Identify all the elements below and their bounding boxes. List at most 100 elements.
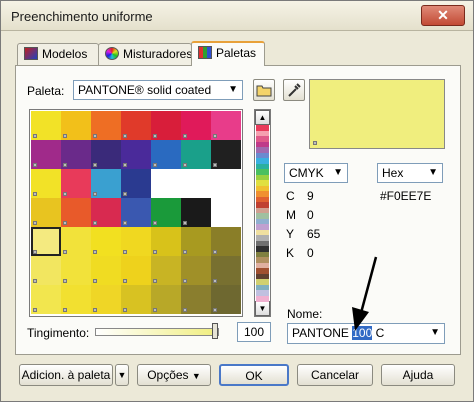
color-swatch[interactable] (181, 285, 211, 314)
tab-models-label: Modelos (42, 47, 88, 61)
help-button[interactable]: Ajuda (381, 364, 455, 386)
swatch-marker (123, 134, 127, 138)
open-palette-button[interactable] (253, 79, 275, 101)
color-swatch[interactable] (31, 140, 61, 169)
swatch-marker (123, 250, 127, 254)
color-swatch[interactable] (31, 169, 61, 198)
color-swatch[interactable] (181, 111, 211, 140)
cancel-label: Cancelar (310, 368, 360, 382)
swatch-marker (183, 279, 187, 283)
palettes-icon (198, 46, 212, 59)
swatch-marker (33, 192, 37, 196)
color-swatch[interactable] (211, 256, 241, 285)
ok-button[interactable]: OK (219, 364, 289, 386)
swatch-marker (33, 163, 37, 167)
color-swatch[interactable] (211, 140, 241, 169)
color-swatch[interactable] (91, 256, 121, 285)
color-swatch[interactable] (211, 111, 241, 140)
tab-mixers[interactable]: Misturadores (98, 43, 192, 65)
hex-select[interactable]: Hex ▼ (377, 163, 443, 183)
swatch-marker (153, 134, 157, 138)
color-swatch[interactable] (121, 285, 151, 314)
color-swatch[interactable] (61, 256, 91, 285)
color-swatch[interactable] (121, 256, 151, 285)
swatch-marker (153, 279, 157, 283)
add-to-palette-label: Adicion. à paleta (21, 368, 111, 382)
color-swatch[interactable] (61, 198, 91, 227)
color-swatch[interactable] (151, 256, 181, 285)
color-swatch[interactable] (151, 140, 181, 169)
color-swatch[interactable] (121, 198, 151, 227)
color-swatch[interactable] (121, 227, 151, 256)
palette-strip[interactable]: ▲ ▼ (254, 109, 271, 317)
window-title: Preenchimento uniforme (11, 9, 153, 24)
strip-scroll-down-button[interactable]: ▼ (255, 301, 270, 316)
color-swatch[interactable] (91, 198, 121, 227)
color-name-prefix: PANTONE (292, 326, 353, 340)
color-swatch[interactable] (91, 169, 121, 198)
chevron-down-icon: ▼ (428, 167, 438, 178)
color-swatch[interactable] (181, 198, 211, 227)
options-label: Opções (147, 368, 189, 382)
color-swatch[interactable] (91, 111, 121, 140)
color-swatch[interactable] (121, 140, 151, 169)
tab-palettes[interactable]: Paletas (191, 41, 265, 66)
cancel-button[interactable]: Cancelar (297, 364, 373, 386)
color-swatch[interactable] (121, 169, 151, 198)
color-swatch[interactable] (91, 140, 121, 169)
color-swatch[interactable] (61, 227, 91, 256)
color-swatch[interactable] (181, 140, 211, 169)
cmyk-k-label: K (286, 246, 295, 260)
palette-select[interactable]: PANTONE® solid coated ▼ (73, 80, 243, 100)
title-bar[interactable]: Preenchimento uniforme ✕ (1, 1, 473, 31)
color-swatch[interactable] (121, 111, 151, 140)
color-swatch[interactable] (211, 285, 241, 314)
strip-swatch[interactable] (256, 295, 269, 302)
color-swatch[interactable] (181, 227, 211, 256)
color-swatch[interactable] (31, 256, 61, 285)
eyedropper-button[interactable] (283, 79, 305, 101)
color-swatch[interactable] (211, 227, 241, 256)
color-model-select[interactable]: CMYK ▼ (284, 163, 348, 183)
color-swatch[interactable] (211, 169, 241, 198)
swatch-marker (153, 308, 157, 312)
close-button[interactable]: ✕ (421, 5, 465, 26)
options-button[interactable]: Opções ▼ (137, 364, 211, 386)
color-name-selected-text: 100 (352, 326, 373, 340)
swatch-marker (33, 279, 37, 283)
color-swatch[interactable] (151, 198, 181, 227)
color-swatch[interactable] (151, 111, 181, 140)
swatch-marker (93, 279, 97, 283)
eyedropper-icon (288, 83, 301, 97)
swatch-marker (213, 279, 217, 283)
color-swatch[interactable] (31, 227, 61, 256)
tab-models[interactable]: Modelos (17, 43, 99, 65)
color-swatch[interactable] (151, 227, 181, 256)
color-swatch[interactable] (211, 198, 241, 227)
color-swatch[interactable] (61, 285, 91, 314)
color-swatch[interactable] (61, 140, 91, 169)
tint-value-field[interactable]: 100 (237, 322, 271, 342)
color-name-combobox[interactable]: PANTONE 100 C ▼ (287, 323, 445, 344)
tint-slider-thumb[interactable] (212, 323, 218, 339)
tint-slider-track[interactable] (95, 328, 219, 336)
color-swatch[interactable] (151, 285, 181, 314)
color-swatch[interactable] (61, 169, 91, 198)
color-swatch[interactable] (91, 285, 121, 314)
color-swatch[interactable] (181, 169, 211, 198)
color-swatch[interactable] (91, 227, 121, 256)
color-swatch[interactable] (31, 111, 61, 140)
color-swatch[interactable] (31, 198, 61, 227)
cmyk-y-label: Y (286, 227, 295, 241)
palette-swatch-grid[interactable] (29, 109, 243, 317)
add-to-palette-button[interactable]: Adicion. à paleta (19, 364, 113, 386)
swatch-marker (213, 134, 217, 138)
add-to-palette-dropdown[interactable]: ▼ (115, 364, 129, 386)
cmyk-c-value: 9 (307, 189, 314, 203)
color-swatch[interactable] (31, 285, 61, 314)
color-swatch[interactable] (61, 111, 91, 140)
strip-scroll-up-button[interactable]: ▲ (255, 110, 270, 125)
color-swatch[interactable] (181, 256, 211, 285)
color-swatch[interactable] (151, 169, 181, 198)
models-icon (24, 47, 38, 60)
